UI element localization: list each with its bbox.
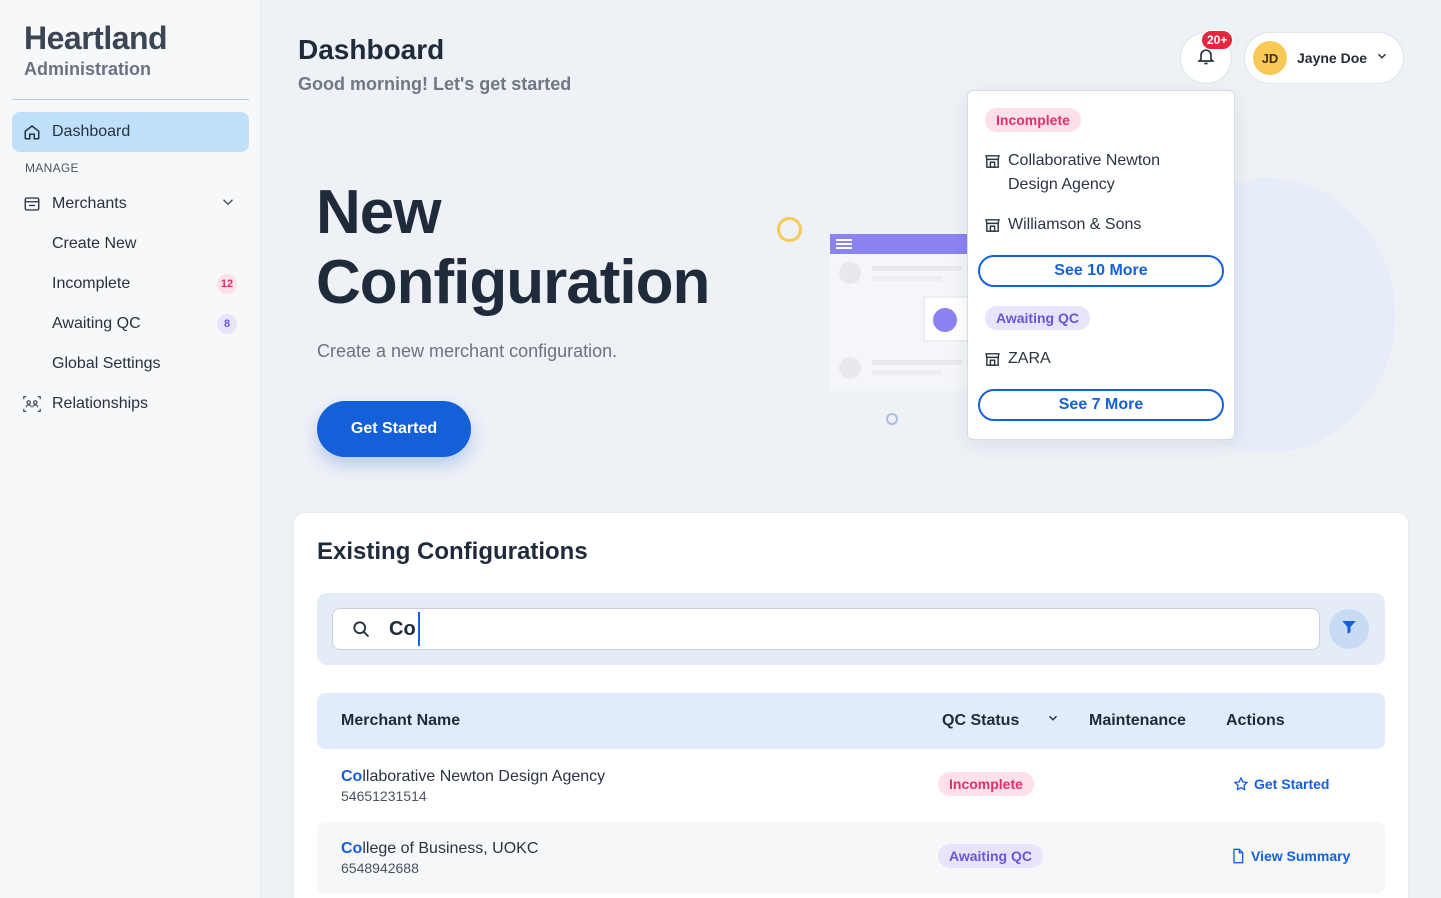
merchant-name-rest: llaborative Newton Design Agency [362, 768, 606, 785]
sidebar-item-label: Create New [52, 235, 137, 252]
star-icon [1233, 776, 1249, 791]
search-highlight: Co [341, 840, 363, 857]
sidebar-item-label: Awaiting QC [52, 315, 141, 332]
count-badge: 12 [217, 274, 237, 294]
column-header-maintenance[interactable]: Maintenance [1089, 712, 1186, 730]
notification-item-label: Collaborative Newton [1008, 152, 1161, 169]
table-row [317, 822, 1385, 894]
chevron-down-icon [1375, 49, 1389, 68]
merchant-id: 6548942688 [341, 860, 419, 876]
notification-item[interactable]: Williamson & Sons [984, 213, 1141, 237]
column-header-actions: Actions [1226, 712, 1285, 729]
hero-title: New Configuration [316, 178, 710, 318]
filter-button[interactable] [1329, 609, 1369, 649]
view-summary-link[interactable]: View Summary [1230, 848, 1350, 864]
status-badge: Incomplete [938, 772, 1034, 796]
search-icon [333, 619, 389, 639]
merchant-name[interactable]: College of Business, UOKC [341, 840, 538, 858]
sidebar-item-relationships[interactable]: Relationships [12, 384, 249, 424]
notification-item[interactable]: ZARA [984, 347, 1051, 371]
action-label: Get Started [1254, 776, 1330, 792]
sidebar-item-label: Relationships [52, 395, 149, 412]
document-icon [1233, 848, 1244, 864]
relationships-icon [12, 395, 52, 413]
page-title: Dashboard [298, 34, 445, 65]
column-header-qc-status[interactable]: QC Status [942, 712, 1019, 730]
status-badge: Incomplete [985, 108, 1081, 132]
sidebar-item-label: Merchants [52, 195, 127, 212]
hero-title-line: Configuration [316, 248, 710, 317]
action-label: View Summary [1251, 848, 1351, 864]
get-started-link[interactable]: Get Started [1233, 776, 1329, 792]
greeting: Good morning! Let's get started [298, 74, 572, 94]
see-more-incomplete-button[interactable]: See 10 More [978, 255, 1224, 287]
notifications-popup: Incomplete Collaborative Newton Design A… [967, 90, 1235, 440]
notification-item-label: Design Agency [1008, 176, 1115, 193]
section-label: MANAGE [25, 161, 79, 175]
column-header-merchant[interactable]: Merchant Name [341, 712, 460, 730]
store-icon [984, 213, 1008, 237]
section-title: Existing Configurations [317, 538, 588, 565]
sidebar-item-global-settings[interactable]: Global Settings [12, 344, 249, 384]
merchant-name-rest: llege of Business, UOKC [362, 840, 539, 857]
search-value: Co [389, 617, 416, 640]
chevron-down-icon[interactable] [219, 193, 237, 216]
brand: Heartland Administration [24, 20, 168, 80]
status-badge: Awaiting QC [938, 844, 1043, 868]
status-badge: Awaiting QC [985, 306, 1090, 330]
search-input[interactable]: Co [332, 608, 1320, 650]
store-icon [12, 195, 52, 213]
search-highlight: Co [341, 768, 363, 785]
see-more-awaiting-button[interactable]: See 7 More [978, 389, 1224, 421]
sidebar-item-awaiting-qc[interactable]: Awaiting QC 8 [12, 304, 249, 344]
brand-subtitle: Administration [24, 59, 152, 79]
sidebar: Heartland Administration Dashboard MANAG… [0, 0, 261, 898]
merchant-id: 54651231514 [341, 788, 427, 804]
notification-item-label: Williamson & Sons [1008, 216, 1142, 233]
table-header [317, 693, 1385, 749]
text-caret [417, 612, 420, 646]
divider [12, 99, 249, 100]
filter-icon [1340, 618, 1358, 641]
get-started-button[interactable]: Get Started [317, 401, 471, 457]
store-icon [984, 347, 1008, 371]
sidebar-item-label: Incomplete [52, 275, 131, 292]
user-menu-button[interactable]: JD Jayne Doe [1244, 32, 1404, 84]
count-badge: 8 [217, 314, 237, 334]
sidebar-item-dashboard[interactable]: Dashboard [12, 112, 249, 152]
sidebar-item-create-new[interactable]: Create New [12, 224, 249, 264]
sidebar-item-merchants[interactable]: Merchants [12, 184, 249, 224]
hero-title-line: New [316, 178, 441, 247]
decorative-ring [777, 217, 802, 242]
avatar: JD [1253, 41, 1287, 75]
sidebar-item-label: Global Settings [52, 355, 161, 372]
notification-item[interactable]: Collaborative Newton Design Agency [984, 149, 1160, 197]
chevron-down-icon[interactable] [1046, 711, 1060, 730]
home-icon [12, 123, 52, 141]
merchant-name[interactable]: Collaborative Newton Design Agency [341, 768, 605, 786]
hero-subtitle: Create a new merchant configuration. [317, 341, 618, 361]
store-icon [984, 149, 1008, 173]
hero-illustration [830, 234, 980, 399]
brand-name: Heartland [24, 20, 168, 56]
decorative-ring [886, 413, 898, 425]
notification-item-label: ZARA [1008, 350, 1051, 367]
sidebar-item-label: Dashboard [52, 123, 131, 140]
user-name: Jayne Doe [1297, 50, 1368, 66]
sidebar-item-incomplete[interactable]: Incomplete 12 [12, 264, 249, 304]
notification-count-badge: 20+ [1201, 30, 1234, 50]
